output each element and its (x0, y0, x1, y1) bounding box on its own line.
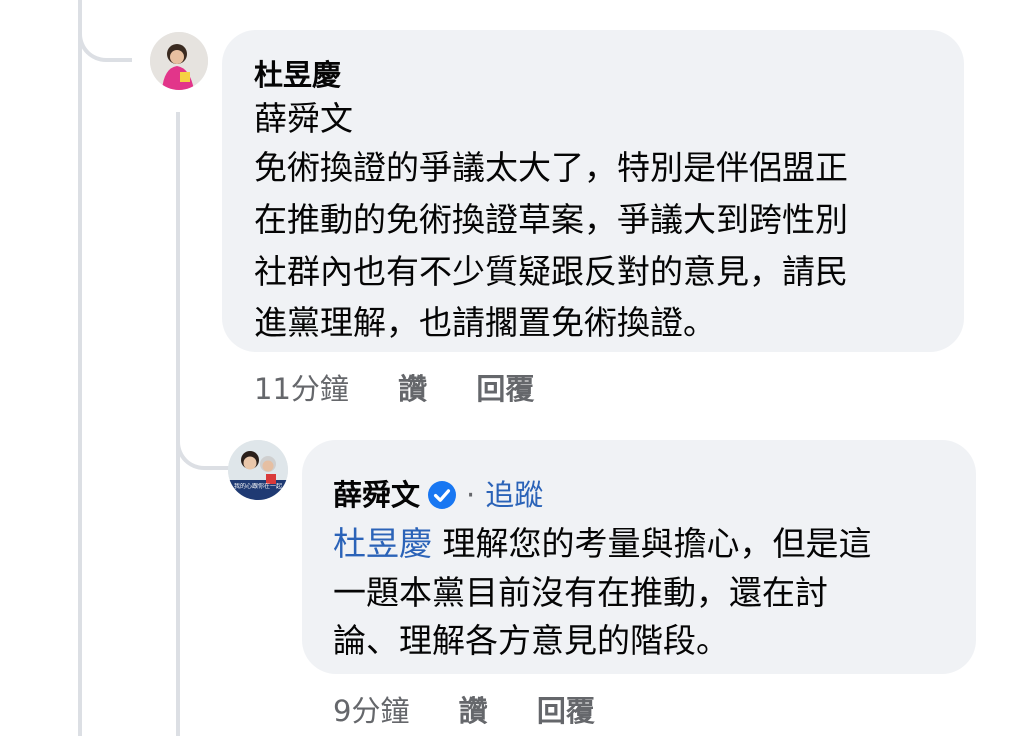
comment2-line-1-text: 理解您的考量與擔心，但是這 (432, 524, 872, 563)
comment2-line-2: 一題本黨目前沒有在推動，還在討 (333, 573, 828, 612)
comment1-like-button[interactable]: 讚 (398, 372, 427, 406)
comment2-time[interactable]: 9分鐘 (333, 694, 409, 728)
comment1-time[interactable]: 11分鐘 (254, 372, 349, 406)
thread-connector-reply (176, 410, 230, 470)
comment2-reply-button[interactable]: 回覆 (537, 694, 595, 728)
comment2-like-button[interactable]: 讚 (459, 694, 488, 728)
comment1-reply-button[interactable]: 回覆 (476, 372, 534, 406)
separator-dot: · (466, 478, 476, 512)
comment2-author-row: 薛舜文 · 追蹤 (333, 472, 543, 514)
comment1-line-1: 免術換證的爭議太大了，特別是伴侶盟正 (254, 148, 848, 187)
follow-button[interactable]: 追蹤 (485, 478, 543, 512)
comment1-line-3: 社群內也有不少質疑跟反對的意見，請民 (254, 252, 848, 291)
avatar-photo-icon (228, 440, 288, 500)
comment2-mention[interactable]: 杜昱慶 (333, 524, 432, 563)
avatar-comment2[interactable]: 我的心跟你在一起 (228, 440, 288, 500)
comment2-line-1: 杜昱慶 理解您的考量與擔心，但是這 (333, 517, 872, 571)
comment2-line-3: 論、理解各方意見的階段。 (333, 621, 729, 660)
thread-line-outer (78, 0, 82, 736)
comment1-mention[interactable]: 薛舜文 (254, 92, 353, 146)
comment1-line-2: 在推動的免術換證草案，爭議大到跨性別 (254, 200, 848, 239)
comment1-author[interactable]: 杜昱慶 (254, 52, 341, 94)
avatar-photo-icon (150, 32, 208, 90)
verified-badge-icon (428, 481, 457, 509)
comment2-meta: 9分鐘 讚 回覆 (333, 688, 595, 730)
avatar-comment2-caption: 我的心跟你在一起 (233, 483, 282, 490)
comment1-meta: 11分鐘 讚 回覆 (254, 366, 534, 408)
comment1-line-4: 進黨理解，也請擱置免術換證。 (254, 303, 716, 342)
avatar-comment1[interactable] (150, 32, 208, 90)
comment2-author[interactable]: 薛舜文 (333, 478, 420, 512)
thread-connector-top (78, 0, 132, 62)
